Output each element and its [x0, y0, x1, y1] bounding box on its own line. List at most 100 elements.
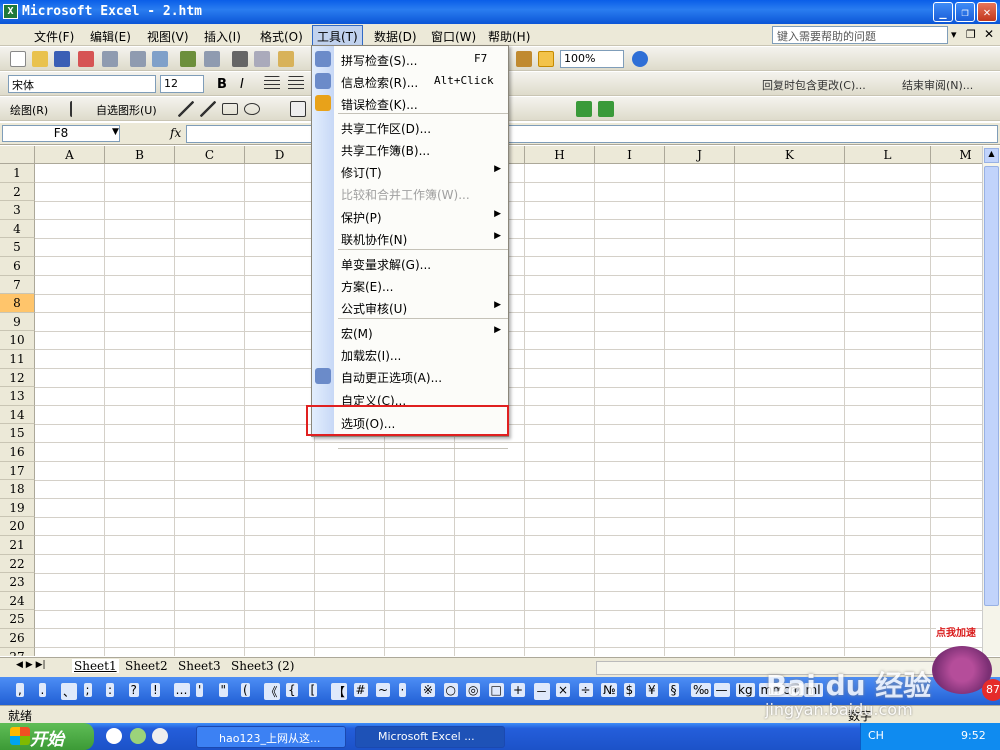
- row-header[interactable]: 9: [0, 312, 35, 332]
- column-header[interactable]: M: [931, 146, 982, 164]
- tools-menu-item[interactable]: 自动更正选项(A)...: [312, 365, 508, 387]
- help-icon[interactable]: [632, 51, 648, 67]
- textbox-icon[interactable]: [290, 101, 306, 117]
- select-all-corner[interactable]: [0, 146, 35, 164]
- column-header[interactable]: C: [175, 146, 245, 164]
- drawing-icon[interactable]: [538, 51, 554, 67]
- doc-restore-icon[interactable]: ❐: [966, 28, 976, 41]
- symbol-button[interactable]: kg: [736, 683, 755, 697]
- symbol-button[interactable]: ※: [421, 683, 436, 697]
- task-excel[interactable]: Microsoft Excel ...: [355, 726, 505, 748]
- select-objects-icon[interactable]: [70, 101, 86, 117]
- bold-button[interactable]: B: [217, 77, 227, 92]
- draw-menu-button[interactable]: 绘图(R): [10, 102, 48, 118]
- symbol-button[interactable]: ÷: [578, 683, 593, 697]
- reply-with-changes-button[interactable]: 回复时包含更改(C)...: [762, 77, 866, 93]
- minimize-button[interactable]: _: [933, 2, 953, 22]
- sheet-tab[interactable]: Sheet1: [72, 659, 119, 673]
- badge-number[interactable]: 87: [982, 679, 1000, 701]
- tools-menu-item[interactable]: 保护(P) ▶: [312, 205, 508, 227]
- menu-view[interactable]: 视图(V): [147, 28, 189, 45]
- column-header[interactable]: H: [525, 146, 595, 164]
- symbol-button[interactable]: ○: [443, 683, 458, 697]
- quicklaunch-icon[interactable]: [106, 728, 122, 744]
- task-browser[interactable]: hao123_上网从这...: [196, 726, 346, 748]
- symbol-button[interactable]: ': [196, 683, 204, 697]
- lang-indicator[interactable]: CH: [868, 729, 884, 742]
- row-header[interactable]: 21: [0, 536, 35, 555]
- row-header[interactable]: 25: [0, 610, 35, 629]
- scroll-up-icon[interactable]: ▲: [984, 148, 999, 163]
- row-header[interactable]: 5: [0, 238, 35, 257]
- chevron-down-icon[interactable]: ▼: [112, 127, 119, 137]
- doc-close-button[interactable]: ✕: [984, 27, 994, 41]
- symbol-button[interactable]: 《: [263, 683, 280, 700]
- tools-menu-item[interactable]: 宏(M) ▶: [312, 321, 508, 343]
- row-header[interactable]: 13: [0, 387, 35, 406]
- rectangle-icon[interactable]: [222, 103, 238, 115]
- row-header[interactable]: 6: [0, 257, 35, 276]
- research-book-icon[interactable]: [204, 51, 220, 67]
- menu-insert[interactable]: 插入(I): [204, 28, 241, 45]
- arrow-icon[interactable]: [200, 101, 216, 117]
- print-icon[interactable]: [102, 51, 118, 67]
- symbol-button[interactable]: ,: [16, 683, 24, 697]
- copy-icon[interactable]: [254, 51, 270, 67]
- align-center-icon[interactable]: [288, 76, 304, 92]
- symbol-button[interactable]: 、: [61, 683, 78, 700]
- 3d-icon[interactable]: [598, 101, 614, 117]
- symbol-button[interactable]: {: [286, 683, 298, 697]
- cut-icon[interactable]: [232, 51, 248, 67]
- spelling-icon[interactable]: [180, 51, 196, 67]
- symbol-button[interactable]: －: [533, 683, 550, 700]
- tools-menu-item[interactable]: 拼写检查(S)... F7: [312, 48, 508, 70]
- row-header[interactable]: 1: [0, 164, 35, 183]
- scroll-thumb[interactable]: [984, 166, 999, 606]
- tools-menu-item[interactable]: 共享工作簿(B)...: [312, 138, 508, 160]
- tools-menu-item[interactable]: 加载宏(I)...: [312, 343, 508, 365]
- row-header[interactable]: 16: [0, 443, 35, 462]
- tools-menu-item[interactable]: 单变量求解(G)...: [312, 252, 508, 274]
- column-header[interactable]: K: [735, 146, 845, 164]
- row-header[interactable]: 7: [0, 275, 35, 295]
- research-icon[interactable]: [152, 51, 168, 67]
- help-search-input[interactable]: 键入需要帮助的问题: [772, 26, 948, 44]
- symbol-button[interactable]: !: [151, 683, 160, 697]
- menu-edit[interactable]: 编辑(E): [90, 28, 131, 45]
- row-header[interactable]: 12: [0, 368, 35, 388]
- close-button[interactable]: ✕: [977, 2, 997, 22]
- symbol-button[interactable]: +: [511, 683, 526, 697]
- row-header[interactable]: 10: [0, 331, 35, 350]
- menu-help[interactable]: 帮助(H): [488, 28, 530, 45]
- row-header[interactable]: 22: [0, 554, 35, 574]
- chevron-down-icon[interactable]: ▾: [951, 28, 957, 41]
- symbol-button[interactable]: …: [173, 683, 190, 697]
- insert-function-button[interactable]: fx: [170, 126, 181, 140]
- row-header[interactable]: 14: [0, 405, 35, 425]
- font-select[interactable]: 宋体: [8, 75, 156, 93]
- tools-menu-item[interactable]: 信息检索(R)... Alt+Click: [312, 70, 508, 92]
- maximize-button[interactable]: ❐: [955, 2, 975, 22]
- ie-icon[interactable]: [130, 728, 146, 744]
- chart-wizard-icon[interactable]: [516, 51, 532, 67]
- autoshapes-button[interactable]: 自选图形(U): [96, 102, 157, 118]
- tools-menu-item[interactable]: 错误检查(K)...: [312, 92, 508, 114]
- row-header[interactable]: 4: [0, 219, 35, 239]
- name-box[interactable]: F8: [2, 125, 120, 142]
- row-header[interactable]: 18: [0, 480, 35, 499]
- row-header[interactable]: 19: [0, 498, 35, 518]
- symbol-button[interactable]: §: [668, 683, 679, 697]
- sheet-tab[interactable]: Sheet3 (2): [231, 659, 294, 673]
- symbol-button[interactable]: ×: [556, 683, 571, 697]
- row-header[interactable]: 26: [0, 629, 35, 648]
- desktop-icon[interactable]: [152, 728, 168, 744]
- column-header[interactable]: A: [35, 146, 105, 164]
- tools-menu-item[interactable]: 方案(E)...: [312, 274, 508, 296]
- row-header[interactable]: 24: [0, 591, 35, 611]
- symbol-button[interactable]: —: [713, 683, 730, 697]
- oval-icon[interactable]: [244, 103, 260, 115]
- row-header[interactable]: 23: [0, 573, 35, 592]
- row-header[interactable]: 11: [0, 350, 35, 369]
- tools-menu-item[interactable]: 公式审核(U) ▶: [312, 296, 508, 318]
- column-header[interactable]: I: [595, 146, 665, 164]
